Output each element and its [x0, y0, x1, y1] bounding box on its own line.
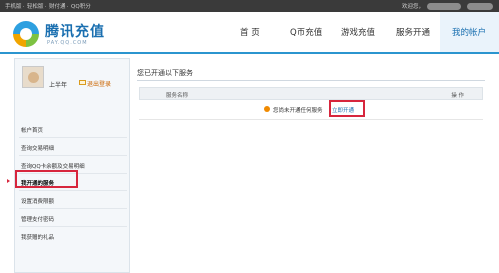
- nav-my-account[interactable]: 我的帐户: [452, 26, 486, 38]
- column-header-operation: 操 作: [451, 93, 464, 99]
- highlight-box-sidebar: [15, 170, 78, 188]
- active-arrow-icon: [7, 179, 10, 183]
- sidebar-divider: [19, 155, 127, 156]
- nav-service-open[interactable]: 服务开通: [396, 26, 430, 38]
- column-header-service-name: 服务名称: [166, 93, 189, 99]
- welcome-area: 欢迎您，: [402, 2, 493, 10]
- sidebar-divider: [19, 208, 127, 209]
- sidebar-item-account-home[interactable]: 帐户首页: [21, 126, 43, 134]
- site-header: 腾讯充值 PAY.QQ.COM 首 页 Q币充值 游戏充值 服务开通 我的帐户: [0, 12, 499, 54]
- logout-link[interactable]: 退出登录: [87, 79, 111, 88]
- avatar: [22, 66, 44, 88]
- nav-home[interactable]: 首 页: [240, 26, 260, 38]
- empty-message: 您尚未开通任何服务: [273, 108, 323, 114]
- blurred-username: [427, 2, 461, 10]
- username: 上半年: [49, 82, 68, 89]
- warning-icon: [264, 106, 270, 112]
- mail-icon[interactable]: [79, 80, 86, 85]
- sidebar-item-gifts[interactable]: 我获赠的礼品: [21, 233, 54, 241]
- top-link-qq-points[interactable]: QQ积分: [71, 4, 91, 10]
- sidebar-divider: [19, 190, 127, 191]
- top-bar: 手机版· 轻松版· 财付通· QQ积分 欢迎您，: [0, 0, 499, 12]
- sidebar-item-spending-limit[interactable]: 设置消费限额: [21, 197, 54, 205]
- page-title: 您已开通以下服务: [137, 69, 193, 77]
- top-link-lite[interactable]: 轻松版: [27, 4, 44, 10]
- sidebar-item-qq-card-balance[interactable]: 查询QQ卡余额及交易明细: [21, 162, 85, 170]
- brand-name[interactable]: 腾讯充值: [45, 21, 105, 41]
- services-empty-row: 您尚未开通任何服务 立即开通: [139, 100, 483, 120]
- sidebar-item-transaction-details[interactable]: 查询交易明细: [21, 144, 54, 152]
- sidebar-item-payment-password[interactable]: 管理支付密码: [21, 215, 54, 223]
- nav-qcoin-recharge[interactable]: Q币充值: [290, 26, 322, 38]
- top-link-tenpay[interactable]: 财付通: [49, 4, 66, 10]
- nav-game-recharge[interactable]: 游戏充值: [341, 26, 375, 38]
- blurred-account: [467, 2, 493, 10]
- account-sidebar: 上半年 退出登录 帐户首页 查询交易明细 查询QQ卡余额及交易明细 我开通的服务…: [14, 58, 130, 273]
- highlight-box-open-link: [329, 100, 365, 117]
- title-divider: [137, 80, 485, 81]
- brand-domain: PAY.QQ.COM: [47, 40, 88, 46]
- welcome-text: 欢迎您，: [401, 4, 424, 10]
- services-table-header: 服务名称 操 作: [139, 87, 483, 100]
- tencent-pay-logo[interactable]: [13, 21, 39, 47]
- top-link-mobile[interactable]: 手机版: [5, 4, 22, 10]
- sidebar-divider: [19, 137, 127, 138]
- sidebar-divider: [19, 226, 127, 227]
- top-links: 手机版· 轻松版· 财付通· QQ积分: [5, 4, 91, 10]
